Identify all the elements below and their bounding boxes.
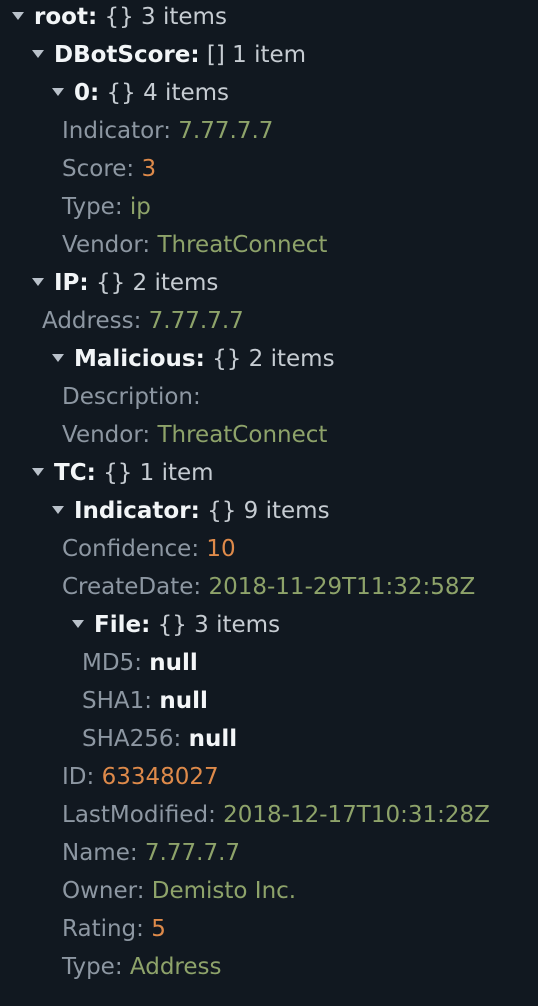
leaf-key: Vendor bbox=[62, 232, 143, 258]
tree-leaf-sha256: SHA256: null bbox=[82, 726, 238, 752]
leaf-key: Confidence bbox=[62, 536, 192, 562]
tree-leaf-type: Type: Address bbox=[62, 954, 222, 980]
tree-leaf-vendor: Vendor: ThreatConnect bbox=[62, 232, 328, 258]
leaf-value: 5 bbox=[151, 916, 166, 942]
tree-leaf-createdate: CreateDate: 2018-11-29T11:32:58Z bbox=[62, 574, 476, 600]
node-meta: [] 1 item bbox=[206, 42, 307, 68]
tree-node-root[interactable]: root: {} 3 items bbox=[12, 0, 227, 36]
tree-leaf-md5: MD5: null bbox=[82, 650, 198, 676]
node-key: File bbox=[94, 612, 142, 638]
leaf-key: Rating bbox=[62, 916, 137, 942]
leaf-key: Name bbox=[62, 840, 130, 866]
caret-down-icon[interactable] bbox=[52, 353, 64, 362]
node-key: 0 bbox=[74, 80, 91, 106]
node-key: DBotScore bbox=[54, 42, 191, 68]
caret-down-icon[interactable] bbox=[32, 49, 44, 58]
node-key: Indicator bbox=[74, 498, 191, 524]
node-key: IP bbox=[54, 270, 80, 296]
leaf-key: Score bbox=[62, 156, 127, 182]
node-meta: {} 4 items bbox=[106, 80, 229, 106]
tree-leaf-owner: Owner: Demisto Inc. bbox=[62, 878, 297, 904]
leaf-value: Address bbox=[129, 954, 222, 980]
caret-down-icon[interactable] bbox=[52, 87, 64, 96]
leaf-key: Description bbox=[62, 384, 193, 410]
tree-node-tc[interactable]: TC: {} 1 item bbox=[32, 454, 214, 492]
leaf-value: ip bbox=[129, 194, 151, 220]
tree-leaf-name: Name: 7.77.7.7 bbox=[62, 840, 241, 866]
leaf-key: Owner bbox=[62, 878, 137, 904]
node-meta: {} 3 items bbox=[104, 4, 227, 30]
leaf-key: CreateDate bbox=[62, 574, 194, 600]
tree-leaf-indicator: Indicator: 7.77.7.7 bbox=[62, 118, 274, 144]
caret-down-icon[interactable] bbox=[32, 467, 44, 476]
tree-node-malicious[interactable]: Malicious: {} 2 items bbox=[52, 340, 335, 378]
tree-leaf-score: Score: 3 bbox=[62, 156, 157, 182]
tree-leaf-id: ID: 63348027 bbox=[62, 764, 219, 790]
leaf-value: 7.77.7.7 bbox=[178, 118, 274, 144]
leaf-value: 2018-12-17T10:31:28Z bbox=[223, 802, 490, 828]
tree-node-tc-indicator[interactable]: Indicator: {} 9 items bbox=[52, 492, 330, 530]
caret-down-icon[interactable] bbox=[52, 505, 64, 514]
leaf-value: 63348027 bbox=[101, 764, 219, 790]
caret-down-icon[interactable] bbox=[32, 277, 44, 286]
caret-down-icon[interactable] bbox=[12, 11, 24, 20]
tree-leaf-lastmodified: LastModified: 2018-12-17T10:31:28Z bbox=[62, 802, 490, 828]
tree-leaf-rating: Rating: 5 bbox=[62, 916, 166, 942]
node-meta: {} 2 items bbox=[95, 270, 219, 296]
leaf-value: 7.77.7.7 bbox=[144, 840, 241, 866]
leaf-key: LastModified bbox=[62, 802, 209, 828]
tree-leaf-address: Address: 7.77.7.7 bbox=[42, 308, 244, 334]
node-meta: {} 3 items bbox=[157, 612, 281, 638]
leaf-value: 7.77.7.7 bbox=[148, 308, 244, 334]
tree-leaf-confidence: Confidence: 10 bbox=[62, 536, 236, 562]
leaf-value: 10 bbox=[206, 536, 236, 562]
leaf-value: 2018-11-29T11:32:58Z bbox=[208, 574, 476, 600]
node-key: TC bbox=[54, 460, 87, 486]
leaf-key: MD5 bbox=[82, 650, 135, 676]
tree-node-file[interactable]: File: {} 3 items bbox=[72, 606, 280, 644]
leaf-key: Indicator bbox=[62, 118, 164, 144]
tree-leaf-vendor: Vendor: ThreatConnect bbox=[62, 422, 328, 448]
node-meta: {} 9 items bbox=[207, 498, 330, 524]
leaf-key: Vendor bbox=[62, 422, 143, 448]
node-key: root bbox=[34, 4, 88, 30]
node-meta: {} 2 items bbox=[212, 346, 335, 372]
tree-leaf-sha1: SHA1: null bbox=[82, 688, 208, 714]
tree-node-ip[interactable]: IP: {} 2 items bbox=[32, 264, 218, 302]
leaf-value: 3 bbox=[141, 156, 157, 182]
leaf-value: Demisto Inc. bbox=[151, 878, 297, 904]
caret-down-icon[interactable] bbox=[72, 619, 84, 628]
leaf-key: Type bbox=[62, 954, 115, 980]
node-meta: {} 1 item bbox=[103, 460, 214, 486]
tree-node-dbotscore[interactable]: DBotScore: [] 1 item bbox=[32, 36, 306, 74]
node-key: Malicious bbox=[74, 346, 196, 372]
leaf-key: Type bbox=[62, 194, 115, 220]
tree-leaf-type: Type: ip bbox=[62, 194, 151, 220]
tree-node-dbotscore-0[interactable]: 0: {} 4 items bbox=[52, 74, 229, 112]
leaf-value: null bbox=[149, 650, 198, 676]
leaf-key: SHA1 bbox=[82, 688, 145, 714]
leaf-value: ThreatConnect bbox=[157, 422, 328, 448]
leaf-key: Address bbox=[42, 308, 134, 334]
leaf-value: ThreatConnect bbox=[157, 232, 328, 258]
leaf-value: null bbox=[188, 726, 238, 752]
leaf-key: SHA256 bbox=[82, 726, 174, 752]
leaf-value: null bbox=[159, 688, 208, 714]
tree-leaf-description: Description: bbox=[62, 384, 201, 410]
leaf-key: ID bbox=[62, 764, 87, 790]
